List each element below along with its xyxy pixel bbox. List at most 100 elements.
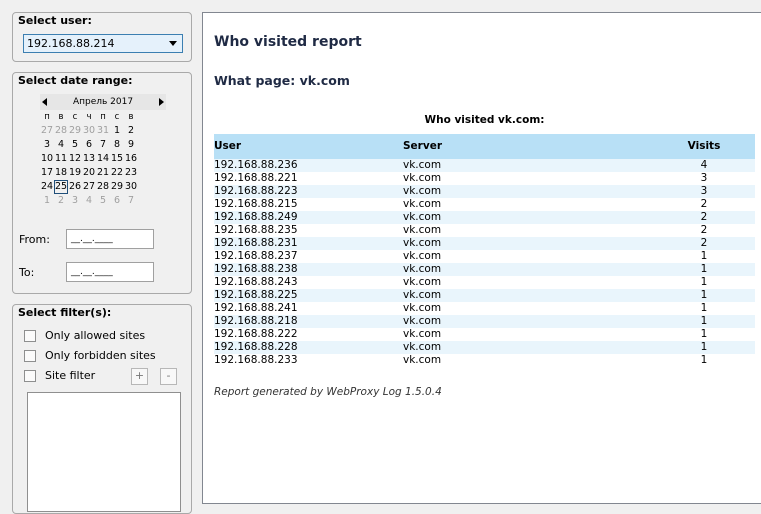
calendar-day[interactable]: 11	[54, 152, 68, 166]
calendar-day[interactable]: 30	[82, 124, 96, 138]
calendar-day[interactable]: 5	[68, 138, 82, 152]
calendar-day[interactable]: 3	[68, 194, 82, 208]
site-filter-label: Site filter	[45, 369, 96, 382]
cell-visits: 3	[700, 185, 708, 197]
cell-user: 192.168.88.233	[214, 354, 298, 366]
calendar-day[interactable]: 27	[82, 180, 96, 194]
calendar-day[interactable]: 15	[110, 152, 124, 166]
calendar-day[interactable]: 13	[82, 152, 96, 166]
calendar-day[interactable]: 5	[96, 194, 110, 208]
calendar-week: 17 18 19 20 21 22 23	[40, 166, 166, 180]
cell-user: 192.168.88.238	[214, 263, 298, 275]
calendar-day[interactable]: 31	[96, 124, 110, 138]
table-row: 192.168.88.225 vk.com 1	[214, 289, 755, 302]
calendar-day[interactable]: 27	[40, 124, 54, 138]
cell-server: vk.com	[403, 172, 442, 184]
weekday-label: п	[44, 112, 50, 122]
chevron-down-icon[interactable]	[169, 41, 177, 46]
cell-user: 192.168.88.228	[214, 341, 298, 353]
cell-user: 192.168.88.241	[214, 302, 298, 314]
calendar-day[interactable]: 17	[40, 166, 54, 180]
cell-visits: 1	[700, 276, 708, 288]
cell-server: vk.com	[403, 302, 442, 314]
report-panel[interactable]: Who visited report What page: vk.com Who…	[202, 12, 761, 504]
calendar-day[interactable]: 12	[68, 152, 82, 166]
cell-server: vk.com	[403, 198, 442, 210]
calendar-weekdays: пвсчпсв	[40, 110, 166, 124]
calendar-day[interactable]: 28	[96, 180, 110, 194]
table-row: 192.168.88.243 vk.com 1	[214, 276, 755, 289]
calendar-day-today[interactable]: 25	[54, 180, 68, 194]
weekday-label: с	[72, 112, 78, 122]
prev-month-icon[interactable]	[42, 98, 47, 106]
site-filter-checkbox[interactable]	[24, 370, 36, 382]
table-row: 192.168.88.223 vk.com 3	[214, 185, 755, 198]
calendar-day[interactable]: 19	[68, 166, 82, 180]
user-combobox-value: 192.168.88.214	[27, 37, 115, 50]
calendar-header: Апрель 2017	[40, 94, 166, 110]
calendar-day[interactable]: 28	[54, 124, 68, 138]
calendar-week: 10 11 12 13 14 15 16	[40, 152, 166, 166]
next-month-icon[interactable]	[159, 98, 164, 106]
calendar-day[interactable]: 21	[96, 166, 110, 180]
cell-visits: 1	[700, 315, 708, 327]
table-header: User Server Visits	[214, 134, 755, 159]
calendar-day[interactable]: 26	[68, 180, 82, 194]
user-combobox[interactable]: 192.168.88.214	[23, 34, 183, 53]
cell-visits: 4	[700, 159, 708, 171]
column-header-server: Server	[403, 140, 443, 152]
report-subtitle: What page: vk.com	[214, 73, 350, 88]
cell-server: vk.com	[403, 354, 442, 366]
cell-visits: 2	[700, 198, 708, 210]
report-title: Who visited report	[214, 34, 362, 50]
calendar-day[interactable]: 29	[110, 180, 124, 194]
only-allowed-checkbox[interactable]	[24, 330, 36, 342]
remove-site-button[interactable]: -	[160, 368, 177, 385]
calendar-day[interactable]: 24	[40, 180, 54, 194]
calendar-day[interactable]: 20	[82, 166, 96, 180]
calendar-day[interactable]: 9	[124, 138, 138, 152]
cell-user: 192.168.88.218	[214, 315, 298, 327]
calendar-day[interactable]: 16	[124, 152, 138, 166]
only-forbidden-checkbox[interactable]	[24, 350, 36, 362]
calendar-day[interactable]: 14	[96, 152, 110, 166]
calendar-day[interactable]: 10	[40, 152, 54, 166]
cell-visits: 2	[700, 237, 708, 249]
calendar-day[interactable]: 8	[110, 138, 124, 152]
report-footer: Report generated by WebProxy Log 1.5.0.4	[214, 386, 442, 398]
weekday-label: в	[128, 112, 134, 122]
calendar-day[interactable]: 18	[54, 166, 68, 180]
from-date-field[interactable]: __.__.____	[66, 229, 154, 249]
calendar-day[interactable]: 2	[54, 194, 68, 208]
calendar-day[interactable]: 7	[96, 138, 110, 152]
calendar-day[interactable]: 4	[54, 138, 68, 152]
visits-table: User Server Visits 192.168.88.236 vk.com 4…	[214, 134, 755, 367]
calendar-day[interactable]: 4	[82, 194, 96, 208]
calendar-grid: 27 28 29 30 31 1 2 3 4 5 6 7 8 9 10 11 12 13 14 15 16 17 18 19 2…	[40, 124, 166, 208]
calendar-day[interactable]: 7	[124, 194, 138, 208]
calendar-week: 27 28 29 30 31 1 2	[40, 124, 166, 138]
cell-server: vk.com	[403, 159, 442, 171]
calendar-day[interactable]: 23	[124, 166, 138, 180]
table-row: 192.168.88.237 vk.com 1	[214, 250, 755, 263]
filter-group: Select filter(s): Only allowed sites Onl…	[12, 304, 192, 514]
to-date-field[interactable]: __.__.____	[66, 262, 154, 282]
cell-user: 192.168.88.231	[214, 237, 298, 249]
select-user-title: Select user:	[18, 14, 92, 27]
calendar: Апрель 2017 пвсчпсв 27 28 29 30 31 1 2 3 4 5 6 7 8 9 1…	[40, 94, 166, 208]
calendar-day[interactable]: 3	[40, 138, 54, 152]
cell-server: vk.com	[403, 315, 442, 327]
calendar-month-label: Апрель 2017	[72, 97, 134, 107]
calendar-day[interactable]: 1	[40, 194, 54, 208]
calendar-day[interactable]: 22	[110, 166, 124, 180]
cell-user: 192.168.88.243	[214, 276, 298, 288]
calendar-day[interactable]: 6	[110, 194, 124, 208]
site-filter-list[interactable]	[27, 392, 181, 512]
calendar-day[interactable]: 29	[68, 124, 82, 138]
calendar-day[interactable]: 6	[82, 138, 96, 152]
calendar-day[interactable]: 1	[110, 124, 124, 138]
add-site-button[interactable]: +	[131, 368, 148, 385]
calendar-day[interactable]: 30	[124, 180, 138, 194]
cell-visits: 1	[700, 354, 708, 366]
calendar-day[interactable]: 2	[124, 124, 138, 138]
